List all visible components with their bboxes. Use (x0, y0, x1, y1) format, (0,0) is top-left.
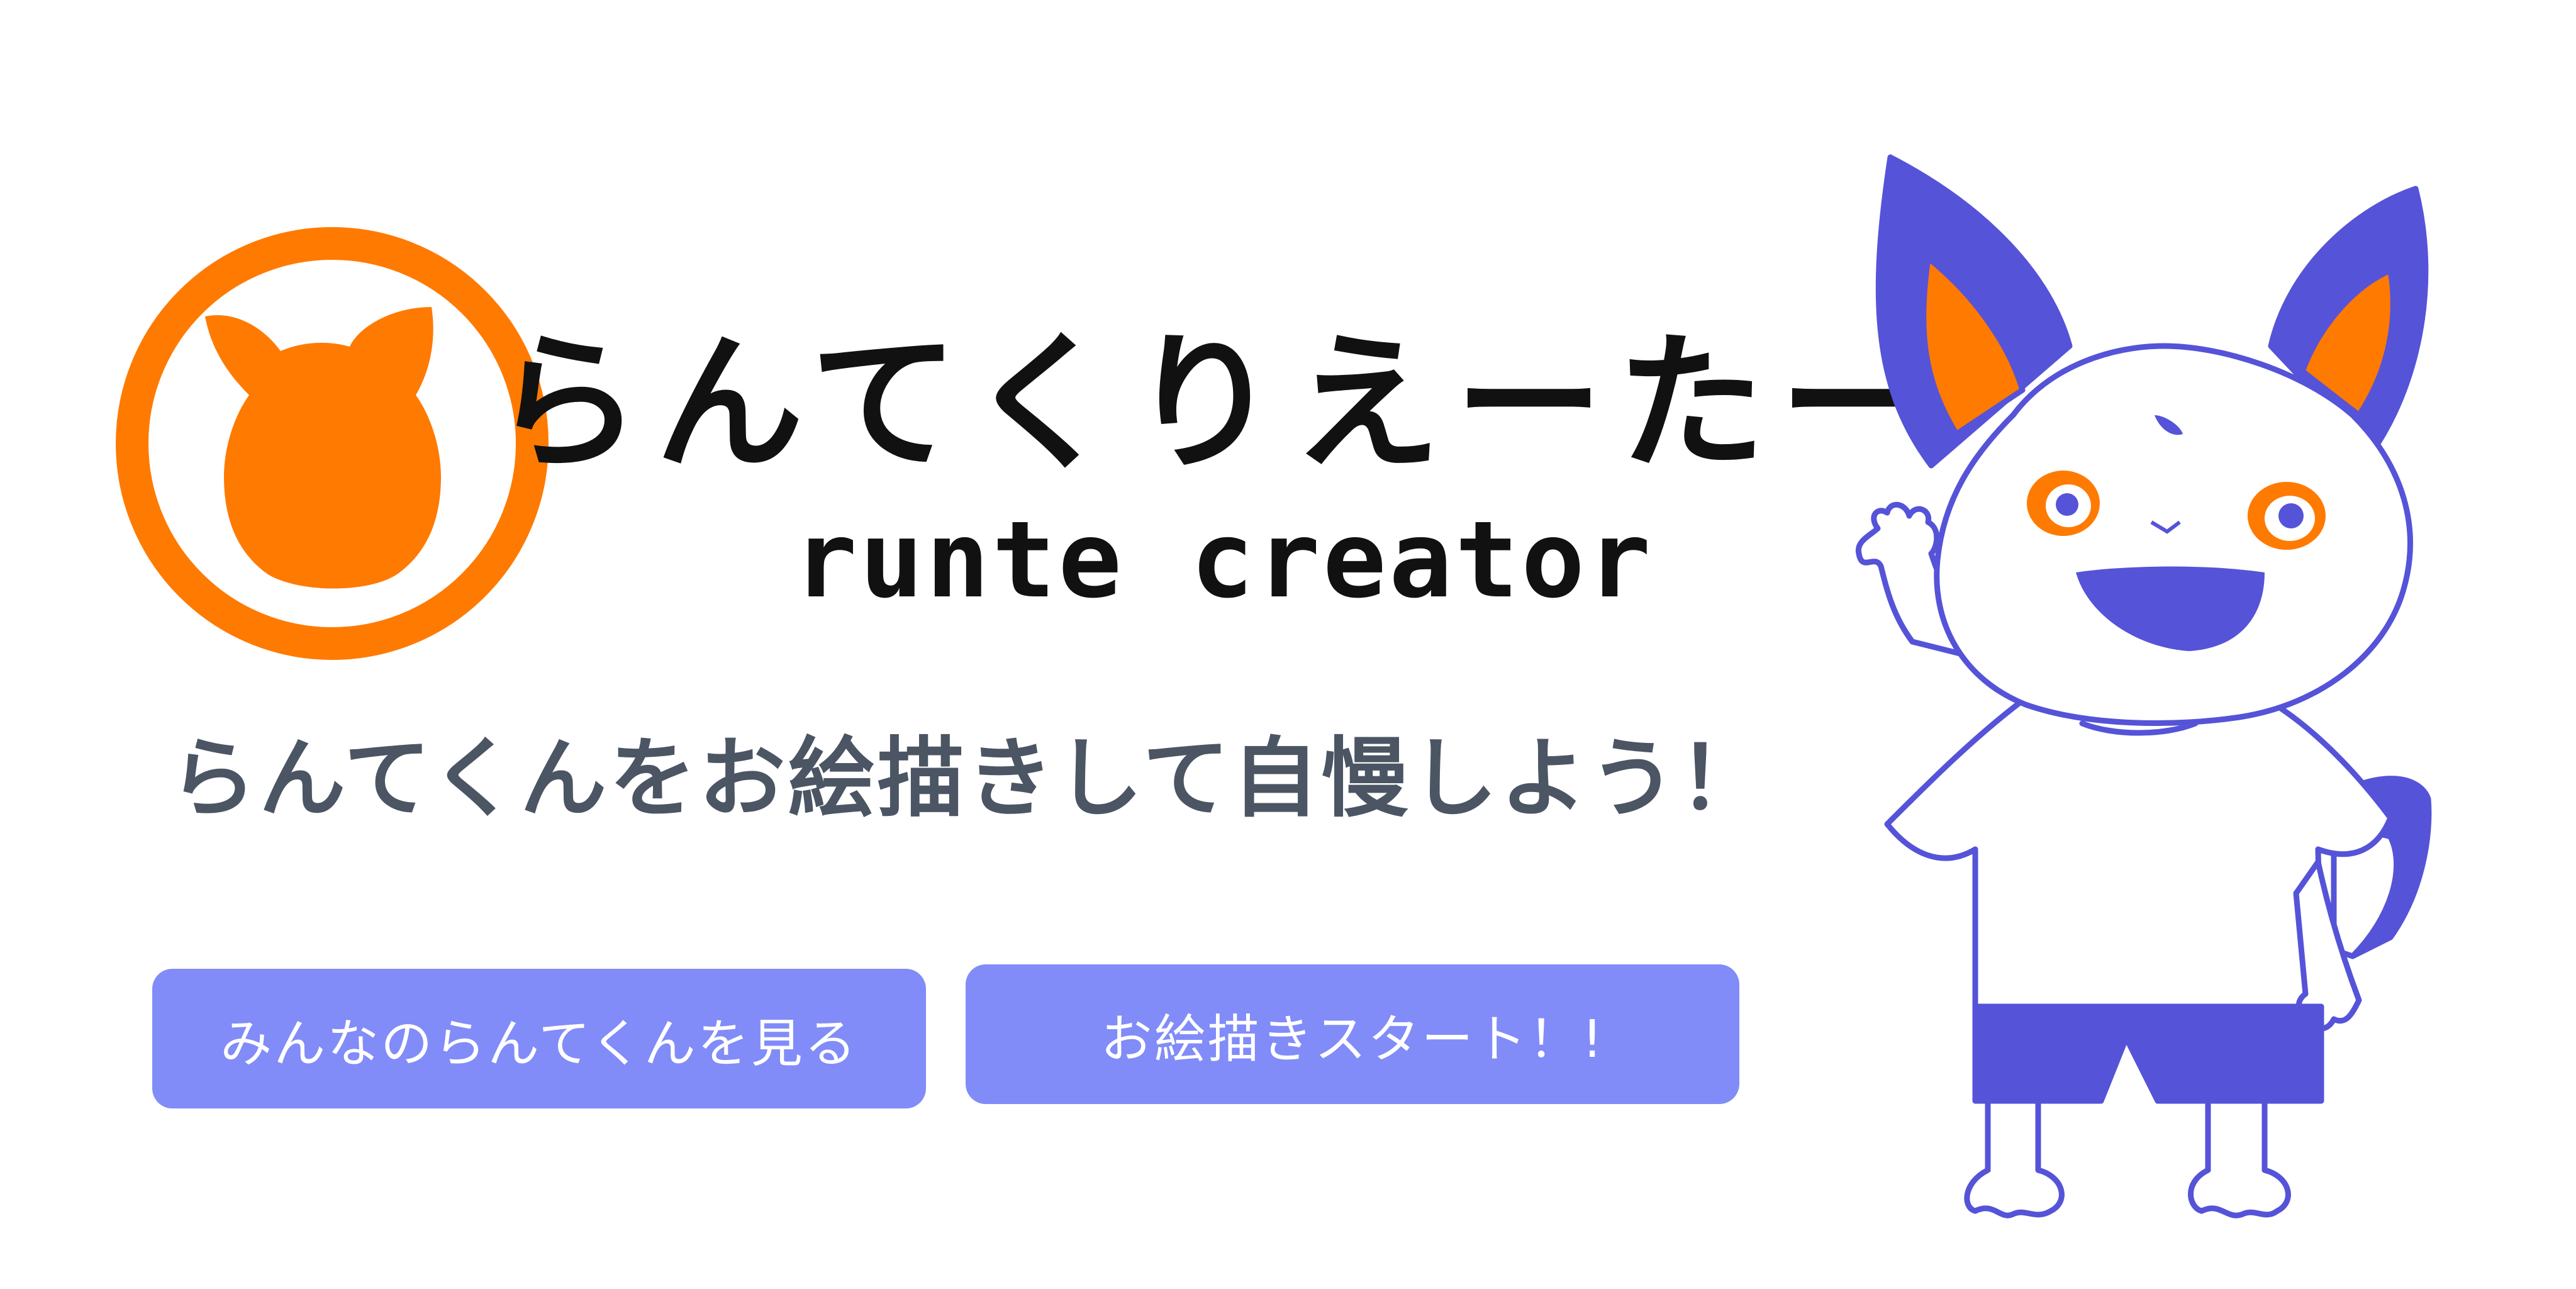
app-title-english: runte creator (793, 498, 1654, 622)
mascot-illustration (1787, 138, 2478, 1246)
start-drawing-button[interactable]: お絵描きスタート！! (966, 964, 1739, 1104)
app-title-japanese: らんてくりえーたー (493, 317, 1942, 490)
view-gallery-button[interactable]: みんなのらんてくんを見る (152, 969, 926, 1108)
tagline: らんてくんをお絵描きして自慢しよう！ (169, 728, 1768, 829)
logo-emblem-icon (111, 222, 554, 665)
